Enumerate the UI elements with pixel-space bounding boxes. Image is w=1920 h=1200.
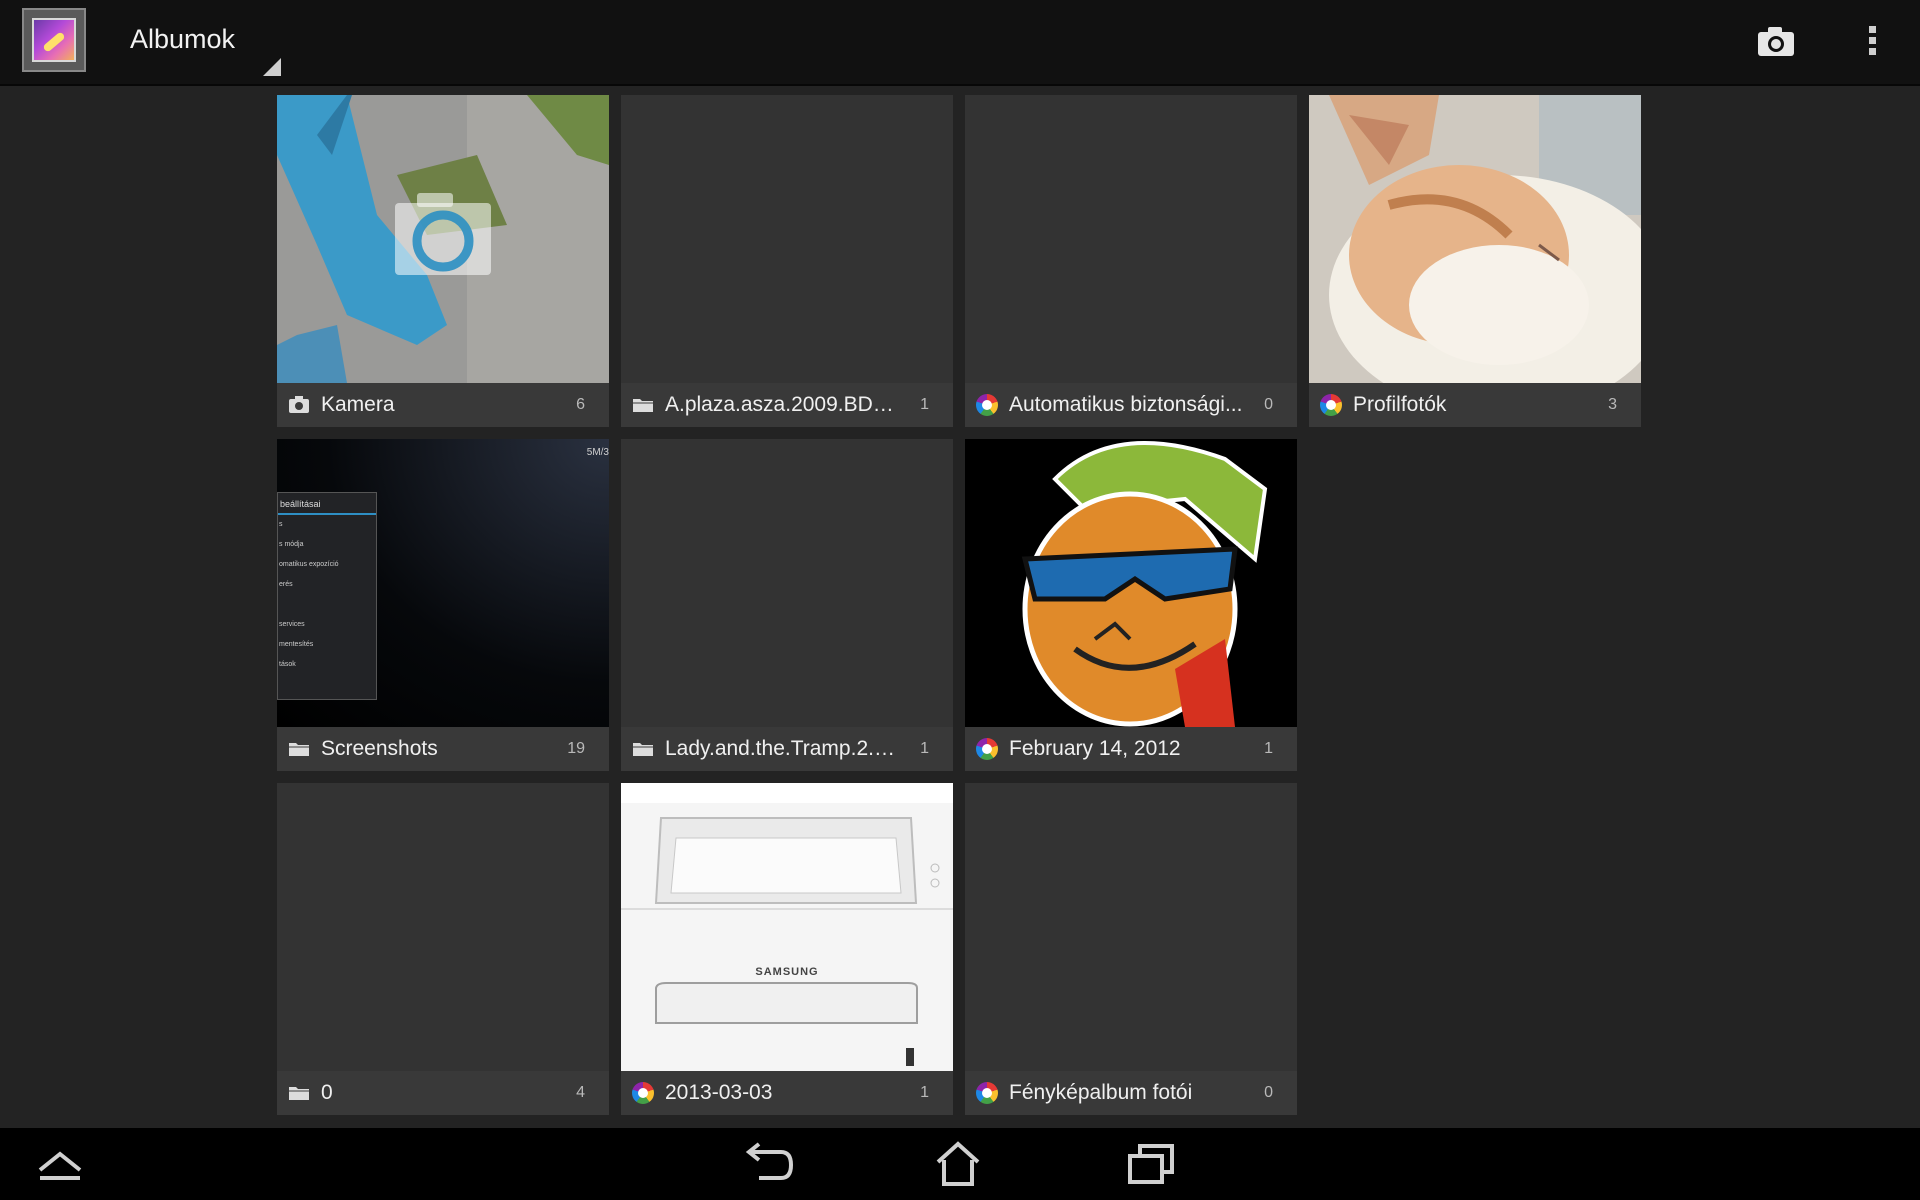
album-count: 1 (1264, 740, 1273, 757)
overflow-menu-icon[interactable] (1860, 22, 1884, 62)
album-name: Screenshots (321, 737, 438, 760)
thumb-menu-item: erés (279, 581, 293, 588)
thumb-menu-item: s módja (279, 541, 304, 548)
album-name: A.plaza.asza.2009.BDRi... (665, 393, 905, 416)
page-title[interactable]: Albumok (130, 24, 235, 55)
action-bar: Albumok (0, 0, 1920, 84)
album-count: 4 (576, 1084, 585, 1101)
album-name: Kamera (321, 393, 395, 416)
album-tile-aplaza[interactable]: A.plaza.asza.2009.BDRi... 1 (621, 95, 953, 427)
album-label: Lady.and.the.Tramp.2.S... 1 (621, 727, 953, 771)
dropdown-triangle-icon[interactable] (263, 58, 281, 76)
album-thumbnail (1309, 95, 1641, 383)
thumb-menu-item: s (279, 521, 283, 528)
album-label: A.plaza.asza.2009.BDRi... 1 (621, 383, 953, 427)
album-name: 2013-03-03 (665, 1081, 773, 1104)
system-nav-bar (0, 1128, 1920, 1200)
album-count: 3 (1608, 396, 1617, 413)
thumb-panel-title: beállításai (278, 493, 376, 515)
camera-icon[interactable] (1756, 24, 1796, 60)
album-label: 2013-03-03 1 (621, 1071, 953, 1115)
album-name: February 14, 2012 (1009, 737, 1181, 760)
album-label: Fényképalbum fotói 0 (965, 1071, 1297, 1115)
album-tile-profilfotok[interactable]: Profilfotók 3 (1309, 95, 1641, 427)
thumb-corner-text: 5M/3 (586, 447, 609, 458)
album-count: 0 (1264, 1084, 1273, 1101)
album-label: Automatikus biztonsági... 0 (965, 383, 1297, 427)
album-count: 6 (576, 396, 585, 413)
camera-icon (288, 394, 310, 416)
album-tile-lady-tramp[interactable]: Lady.and.the.Tramp.2.S... 1 (621, 439, 953, 771)
album-count: 0 (1264, 396, 1273, 413)
thumb-menu-item (279, 595, 376, 615)
folder-icon (632, 394, 654, 416)
album-name: Fényképalbum fotói (1009, 1081, 1193, 1104)
album-label: 0 4 (277, 1071, 609, 1115)
album-tile-fenykepalbum[interactable]: Fényképalbum fotói 0 (965, 783, 1297, 1115)
picasa-icon (632, 1082, 654, 1104)
home-icon[interactable] (928, 1140, 988, 1188)
thumb-settings-panel: beállításai s s módja omatikus expozíció… (277, 492, 377, 700)
thumb-menu-item: services (279, 621, 305, 628)
album-count: 19 (567, 740, 585, 757)
folder-icon (288, 1082, 310, 1104)
printer-brand: SAMSUNG (755, 966, 819, 978)
recent-apps-icon[interactable] (1122, 1140, 1182, 1188)
hide-bar-icon[interactable] (30, 1140, 90, 1188)
thumb-menu-item: omatikus expozíció (279, 561, 339, 568)
album-label: Screenshots 19 (277, 727, 609, 771)
album-count: 1 (920, 740, 929, 757)
album-thumbnail (277, 95, 609, 383)
album-tile-automatikus[interactable]: Automatikus biztonsági... 0 (965, 95, 1297, 427)
back-icon[interactable] (737, 1140, 797, 1188)
picasa-icon (1320, 394, 1342, 416)
album-thumbnail: 5M/3 beállításai s s módja omatikus expo… (277, 439, 609, 727)
album-tile-0[interactable]: 0 4 (277, 783, 609, 1115)
album-tile-kamera[interactable]: Kamera 6 (277, 95, 609, 427)
folder-icon (288, 738, 310, 760)
album-name: Automatikus biztonsági... (1009, 393, 1243, 416)
picasa-icon (976, 394, 998, 416)
album-name: 0 (321, 1081, 333, 1104)
folder-icon (632, 738, 654, 760)
album-tile-february[interactable]: February 14, 2012 1 (965, 439, 1297, 771)
gallery-app-icon[interactable] (22, 8, 86, 72)
thumb-menu-item: tások (279, 661, 296, 668)
album-label: Profilfotók 3 (1309, 383, 1641, 427)
album-tile-2013-03-03[interactable]: SAMSUNG 2013-03-03 1 (621, 783, 953, 1115)
picasa-icon (976, 738, 998, 760)
album-tile-screenshots[interactable]: 5M/3 beállításai s s módja omatikus expo… (277, 439, 609, 771)
album-name: Profilfotók (1353, 393, 1447, 416)
album-thumbnail (965, 439, 1297, 727)
thumb-menu-item: mentesítés (279, 641, 314, 648)
picasa-icon (976, 1082, 998, 1104)
album-name: Lady.and.the.Tramp.2.S... (665, 737, 905, 760)
album-label: February 14, 2012 1 (965, 727, 1297, 771)
album-thumbnail: SAMSUNG (621, 783, 953, 1071)
album-count: 1 (920, 396, 929, 413)
album-label: Kamera 6 (277, 383, 609, 427)
album-count: 1 (920, 1084, 929, 1101)
